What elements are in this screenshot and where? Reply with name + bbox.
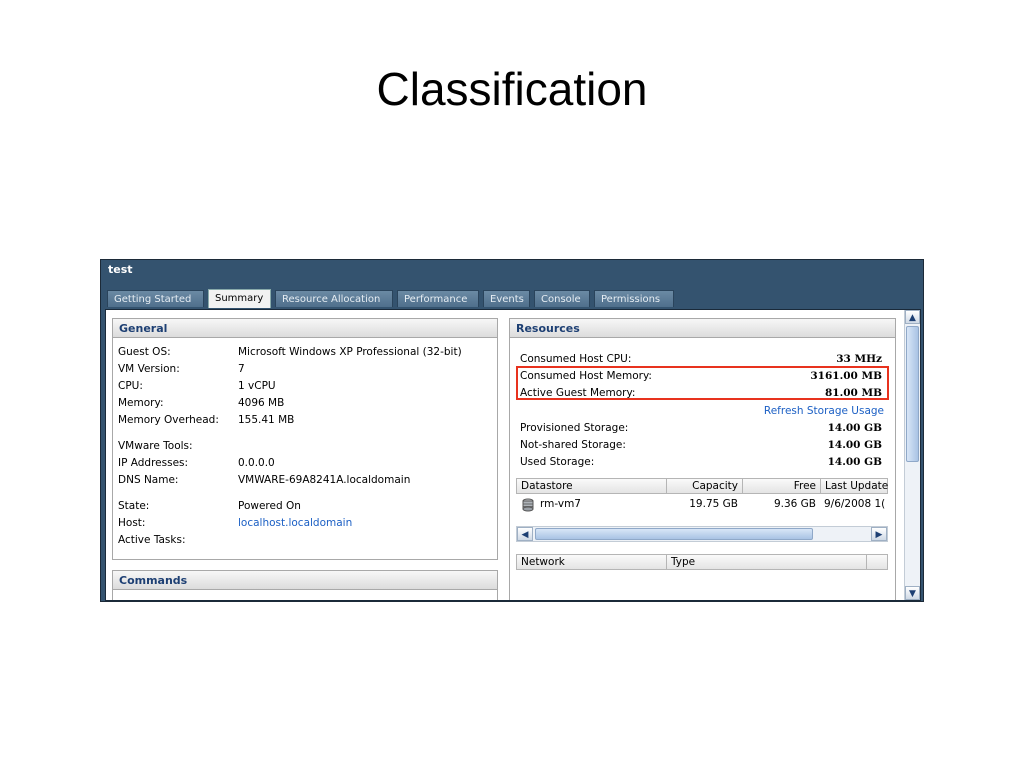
label-memory-overhead: Memory Overhead: [118,414,219,426]
column-datastore[interactable]: Datastore [517,479,667,493]
vm-summary-window: test Getting Started Summary Resource Al… [100,259,924,602]
host-link[interactable]: localhost.localdomain [238,517,352,529]
value-memory-overhead: 155.41 MB [238,414,295,426]
memory-highlight-box [516,366,889,400]
value-ip-addresses: 0.0.0.0 [238,457,275,469]
network-table-header: Network Type [516,554,888,570]
label-guest-os: Guest OS: [118,346,171,358]
datastore-capacity: 19.75 GB [689,498,738,510]
value-state: Powered On [238,500,301,512]
scroll-right-icon[interactable]: ▶ [871,527,887,541]
column-last-update[interactable]: Last Update [821,479,889,493]
label-cpu: CPU: [118,380,143,392]
datastore-horizontal-scrollbar[interactable]: ◀ ▶ [516,526,888,542]
tab-bar: Getting Started Summary Resource Allocat… [107,289,807,308]
value-provisioned-storage: 14.00 GB [827,422,882,434]
scroll-left-icon[interactable]: ◀ [517,527,533,541]
datastore-icon [522,498,534,512]
label-provisioned-storage: Provisioned Storage: [520,422,629,434]
scroll-down-icon[interactable]: ▼ [905,586,920,600]
refresh-storage-usage-link[interactable]: Refresh Storage Usage [706,405,884,417]
tab-permissions[interactable]: Permissions [594,290,674,307]
tab-resource-allocation[interactable]: Resource Allocation [275,290,393,307]
datastore-name: rm-vm7 [540,498,581,510]
vertical-scrollbar[interactable]: ▲ ▼ [904,310,920,600]
datastore-table-header: Datastore Capacity Free Last Update [516,478,888,494]
tab-summary[interactable]: Summary [208,289,271,308]
column-free[interactable]: Free [743,479,821,493]
label-active-tasks: Active Tasks: [118,534,186,546]
value-guest-os: Microsoft Windows XP Professional (32-bi… [238,346,462,358]
label-ip-addresses: IP Addresses: [118,457,189,469]
tab-getting-started[interactable]: Getting Started [107,290,204,307]
general-panel-header[interactable]: General [112,318,498,338]
datastore-last-update: 9/6/2008 1( [824,498,886,510]
tab-events[interactable]: Events [483,290,530,307]
value-consumed-host-cpu: 33 MHz [836,353,882,365]
column-capacity[interactable]: Capacity [667,479,743,493]
commands-panel-header[interactable]: Commands [112,570,498,590]
scroll-up-icon[interactable]: ▲ [905,310,920,324]
column-type[interactable]: Type [667,555,867,569]
value-dns-name: VMWARE-69A8241A.localdomain [238,474,411,486]
table-row[interactable]: rm-vm7 19.75 GB 9.36 GB 9/6/2008 1( [516,496,888,514]
label-consumed-host-cpu: Consumed Host CPU: [520,353,632,365]
label-used-storage: Used Storage: [520,456,595,468]
resources-panel-header[interactable]: Resources [509,318,896,338]
value-not-shared-storage: 14.00 GB [827,439,882,451]
slide-title: Classification [376,63,648,115]
label-dns-name: DNS Name: [118,474,179,486]
value-used-storage: 14.00 GB [827,456,882,468]
label-memory: Memory: [118,397,164,409]
label-state: State: [118,500,150,512]
value-cpu: 1 vCPU [238,380,276,392]
vertical-scroll-thumb[interactable] [906,326,919,462]
column-network[interactable]: Network [517,555,667,569]
label-host: Host: [118,517,146,529]
label-vm-version: VM Version: [118,363,180,375]
tab-performance[interactable]: Performance [397,290,479,307]
commands-panel [112,590,498,600]
tab-console[interactable]: Console [534,290,590,307]
label-vmware-tools: VMware Tools: [118,440,193,452]
window-title: test [108,263,133,276]
value-memory: 4096 MB [238,397,285,409]
datastore-free: 9.36 GB [773,498,816,510]
label-not-shared-storage: Not-shared Storage: [520,439,626,451]
horizontal-scroll-thumb[interactable] [535,528,813,540]
value-vm-version: 7 [238,363,245,375]
summary-content: General Guest OS: Microsoft Windows XP P… [105,309,921,601]
